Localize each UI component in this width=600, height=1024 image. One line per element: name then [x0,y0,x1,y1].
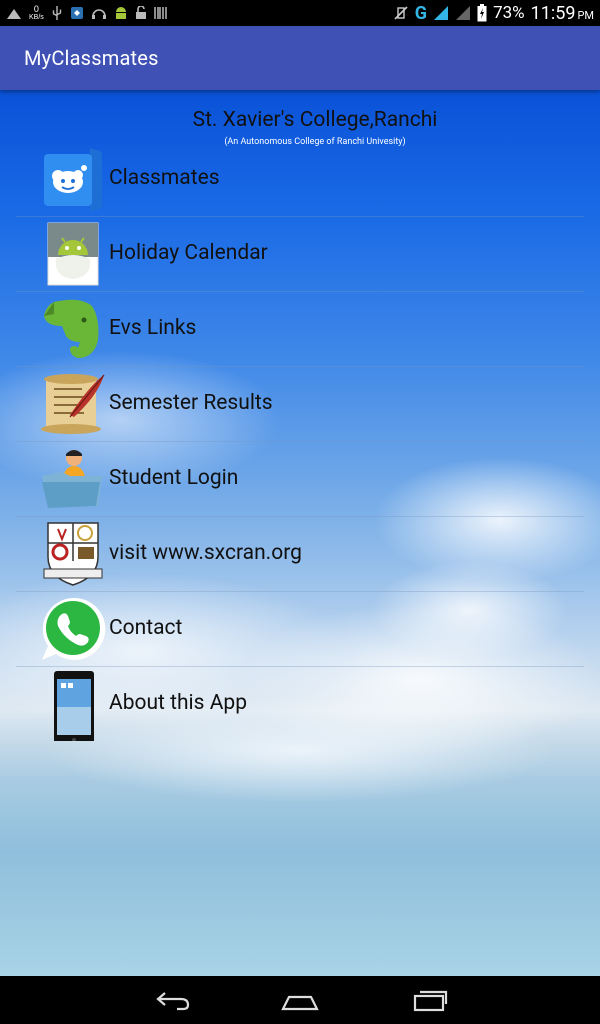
main-content: St. Xavier's College,Ranchi (An Autonomo… [0,90,600,976]
battery-charging-icon [477,4,487,22]
menu-item-label: visit www.sxcran.org [109,541,302,565]
recents-icon [413,990,448,1012]
unlock-icon [135,6,146,19]
recents-button[interactable] [405,984,455,1016]
menu-item-label: Contact [109,616,183,640]
network-speed-unit: KB/s [29,14,44,21]
menu-item-evs-links[interactable]: Evs Links [16,292,584,367]
clock: 11:59 [530,2,576,24]
home-button[interactable] [275,984,325,1016]
menu-item-label: About this App [109,691,247,715]
smiley-cloud-icon [44,148,102,212]
network-type: G [414,2,428,24]
menu-item-semester-results[interactable]: Semester Results [16,367,584,442]
menu-item-holiday-calendar[interactable]: Holiday Calendar [16,217,584,292]
android-calendar-icon [47,222,99,286]
battery-level: 73% [493,3,525,23]
evernote-elephant-icon [44,299,99,358]
android-notification-icon [115,7,126,19]
signal-2-icon [456,6,471,20]
app-notification-icon [70,7,83,19]
phone-icon [54,671,94,741]
menu-item-label: Holiday Calendar [109,241,268,265]
signal-icon [434,6,449,20]
menu-item-classmates[interactable]: Classmates [16,142,584,217]
network-speed: 0 KB/s [29,4,44,22]
clock-ampm: PM [577,8,594,22]
app-bar: MyClassmates [0,26,600,90]
navigation-bar [0,976,600,1024]
app-title: MyClassmates [24,46,159,70]
usb-icon [52,6,61,20]
menu-item-contact[interactable]: Contact [16,592,584,667]
status-bar: 0 KB/s G 73% 11:59 PM [0,0,600,26]
back-icon [156,992,190,1011]
college-name: St. Xavier's College,Ranchi [192,108,438,132]
menu-item-label: Semester Results [109,391,273,415]
barcode-icon [154,7,167,19]
notification-wifi-icon [7,9,21,19]
menu-item-label: Student Login [109,466,239,490]
menu-list: Classmates Holiday Calendar Evs Links Se… [0,142,600,742]
vibrate-mute-icon [394,6,408,20]
home-icon [281,995,319,1011]
whatsapp-icon [42,597,106,660]
menu-item-label: Classmates [109,166,220,190]
scroll-quill-icon [41,374,105,434]
menu-item-student-login[interactable]: Student Login [16,442,584,517]
headset-icon [91,9,106,19]
network-speed-value: 0 [33,4,39,14]
menu-item-visit-website[interactable]: visit www.sxcran.org [16,517,584,592]
menu-item-label: Evs Links [109,316,197,340]
menu-item-about-app[interactable]: About this App [16,667,584,742]
student-folder-icon [42,450,102,508]
back-button[interactable] [148,984,198,1016]
college-crest-icon [43,522,103,586]
